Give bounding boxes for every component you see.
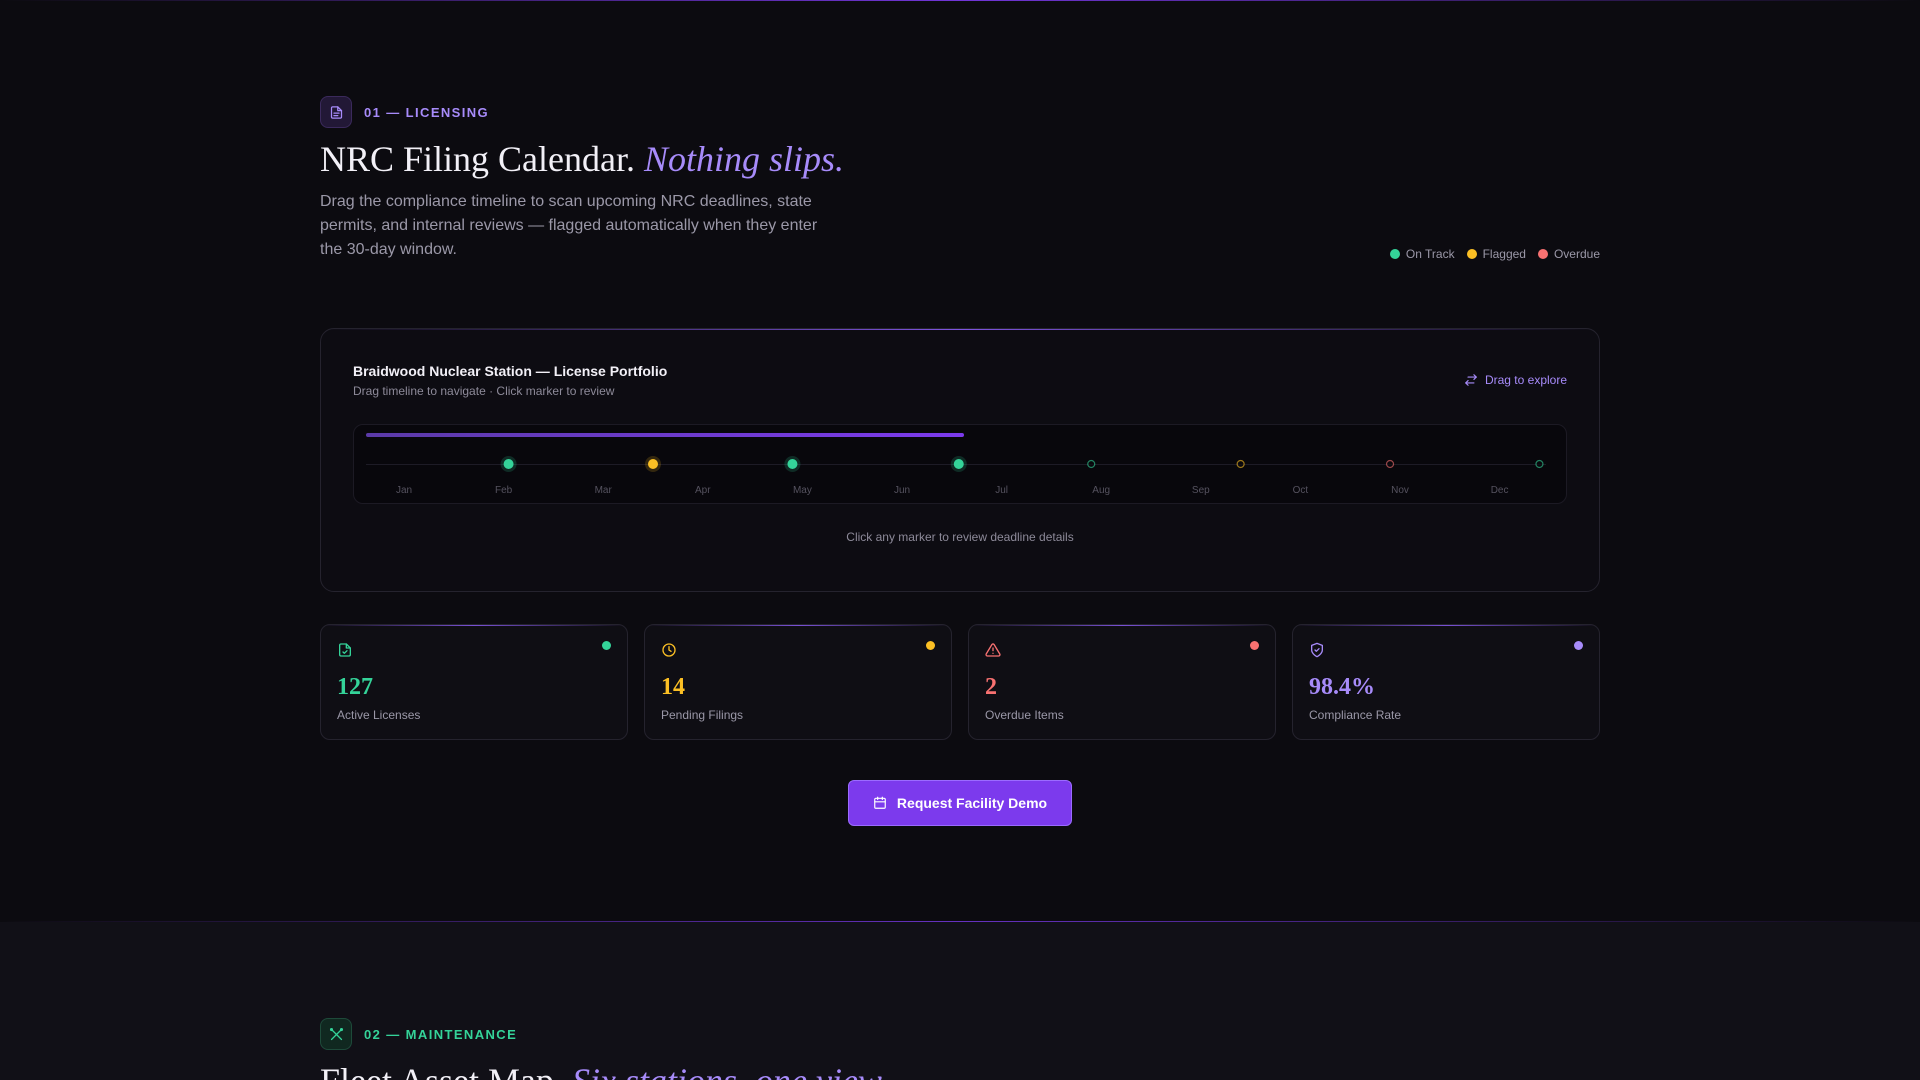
month-label-feb: Feb xyxy=(494,485,513,496)
month-label-may: May xyxy=(792,485,812,496)
alert-triangle-icon xyxy=(985,642,1001,663)
deadline-marker-5[interactable] xyxy=(1087,459,1096,469)
licensing-eyebrow: 01 — LICENSING xyxy=(320,96,489,128)
file-check-icon xyxy=(337,642,353,663)
month-label-nov: Nov xyxy=(1391,485,1409,496)
maintenance-section: 02 — MAINTENANCE Fleet Asset Map. Six st… xyxy=(0,922,1920,1080)
title-accent: Six stations, one view. xyxy=(572,1061,888,1080)
month-label-sep: Sep xyxy=(1191,485,1210,496)
request-demo-label: Request Facility Demo xyxy=(896,795,1048,811)
month-label-dec: Dec xyxy=(1490,485,1509,496)
license-portfolio-panel: Braidwood Nuclear Station — License Port… xyxy=(320,328,1600,592)
panel-accent-line xyxy=(321,329,1599,330)
title-main: Fleet Asset Map. xyxy=(320,1061,563,1080)
calendar-icon xyxy=(874,796,886,809)
status-dot-icon xyxy=(926,641,935,650)
stat-label: Pending Filings xyxy=(661,708,744,722)
status-dot-icon xyxy=(1574,641,1583,650)
month-label-mar: Mar xyxy=(594,485,612,496)
stat-card-active-licenses: 127 Active Licenses xyxy=(320,624,628,740)
drag-to-explore-button[interactable]: Drag to explore xyxy=(1464,373,1567,387)
legend-label: On Track xyxy=(1405,247,1455,261)
section-number-label: 01 — LICENSING xyxy=(364,104,490,120)
stat-label: Overdue Items xyxy=(985,708,1064,722)
compliance-timeline[interactable]: Jan Feb Mar Apr May Jun Jul Aug Sep Oct Nov Dec xyxy=(353,424,1567,504)
stat-value: 2 xyxy=(985,674,997,700)
card-accent-line xyxy=(969,625,1275,626)
card-accent-line xyxy=(321,625,627,626)
stat-value: 14 xyxy=(661,674,685,700)
stat-card-compliance-rate: 98.4% Compliance Rate xyxy=(1292,624,1600,740)
stat-card-pending-filings: 14 Pending Filings xyxy=(644,624,952,740)
panel-title: Braidwood Nuclear Station — License Port… xyxy=(353,363,668,379)
maintenance-eyebrow: 02 — MAINTENANCE xyxy=(320,1018,517,1050)
deadline-marker-3[interactable] xyxy=(787,459,798,469)
panel-subtitle: Drag timeline to navigate · Click marker… xyxy=(353,384,615,398)
title-main: NRC Filing Calendar. xyxy=(320,139,635,179)
month-label-oct: Oct xyxy=(1292,485,1309,496)
page-title: NRC Filing Calendar. Nothing slips. xyxy=(320,138,844,180)
title-accent: Nothing slips. xyxy=(644,139,845,179)
overdue-dot-icon xyxy=(1537,249,1548,259)
legend-on-track: On Track xyxy=(1389,247,1455,261)
timeline-markers xyxy=(500,456,1544,472)
document-icon xyxy=(320,96,352,128)
shield-check-icon xyxy=(1309,642,1325,663)
flagged-dot-icon xyxy=(1466,249,1477,259)
drag-to-explore-label: Drag to explore xyxy=(1484,373,1567,387)
legend-label: Flagged xyxy=(1482,247,1526,261)
deadline-marker-4[interactable] xyxy=(953,459,964,469)
legend-overdue: Overdue xyxy=(1537,247,1600,261)
swap-arrows-icon xyxy=(1465,374,1477,386)
stat-label: Compliance Rate xyxy=(1309,708,1402,722)
timeline-hint: Click any marker to review deadline deta… xyxy=(846,530,1074,544)
clock-icon xyxy=(661,642,677,663)
status-dot-icon xyxy=(1250,641,1259,650)
deadline-marker-6[interactable] xyxy=(1236,459,1245,469)
deadline-marker-7[interactable] xyxy=(1385,459,1395,469)
month-label-jan: Jan xyxy=(395,485,413,496)
tools-icon xyxy=(320,1018,352,1050)
section-title: Fleet Asset Map. Six stations, one view. xyxy=(320,1060,888,1080)
deadline-marker-8[interactable] xyxy=(1535,459,1544,469)
licensing-section: 01 — LICENSING NRC Filing Calendar. Noth… xyxy=(0,0,1920,922)
stats-row: 127 Active Licenses 14 Pending Filings 2 xyxy=(320,624,1600,740)
month-label-jun: Jun xyxy=(893,485,911,496)
section-number-label: 02 — MAINTENANCE xyxy=(364,1026,518,1042)
card-accent-line xyxy=(1293,625,1599,626)
deadline-marker-1[interactable] xyxy=(503,459,514,469)
card-accent-line xyxy=(645,625,951,626)
legend-flagged: Flagged xyxy=(1466,247,1526,261)
on-track-dot-icon xyxy=(1389,249,1400,259)
status-dot-icon xyxy=(602,641,611,650)
request-demo-button[interactable]: Request Facility Demo xyxy=(848,780,1072,826)
month-label-jul: Jul xyxy=(995,485,1008,496)
section-description: Drag the compliance timeline to scan upc… xyxy=(320,193,818,258)
status-legend: On Track Flagged Overdue xyxy=(1389,247,1600,261)
deadline-marker-2[interactable] xyxy=(648,459,658,469)
stat-value: 127 xyxy=(337,674,373,700)
legend-label: Overdue xyxy=(1553,247,1600,261)
stat-card-overdue-items: 2 Overdue Items xyxy=(968,624,1276,740)
stat-label: Active Licenses xyxy=(337,708,421,722)
month-label-apr: Apr xyxy=(695,485,711,496)
stat-value: 98.4% xyxy=(1309,674,1375,700)
month-label-aug: Aug xyxy=(1092,485,1111,496)
